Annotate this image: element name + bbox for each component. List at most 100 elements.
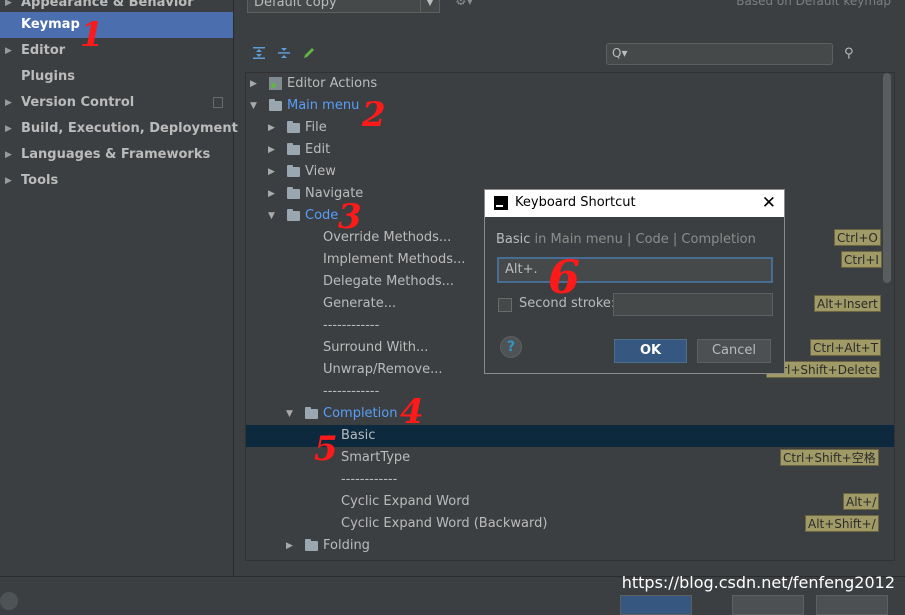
tree-scrollbar[interactable] [883,73,891,283]
folder-icon [287,121,300,133]
folder-icon [305,407,318,419]
expand-arrow-icon[interactable]: ▼ [268,205,275,227]
annotation-4: 4 [400,392,424,432]
settings-ok-button[interactable] [620,595,692,615]
expand-arrow-icon[interactable]: ▶ [268,139,275,161]
action-path: Basic in Main menu | Code | Completion [496,232,756,247]
close-icon[interactable]: ✕ [762,193,776,213]
shortcut-badge: Ctrl+O [834,229,881,246]
sidebar-item-build[interactable]: ▶ Build, Execution, Deployment [0,116,238,142]
expand-arrow-icon: ▶ [5,124,12,134]
sidebar-item-version-control[interactable]: ▶ Version Control [0,90,233,116]
tree-row-view[interactable]: ▶ View [246,161,894,183]
sidebar-item-label: Plugins [21,69,75,84]
tree-row-label: Cyclic Expand Word (Backward) [341,516,548,531]
tree-row-label: File [305,120,327,135]
gear-icon[interactable]: ⚙▾ [455,0,473,9]
tree-row-label: View [305,164,336,179]
ok-button[interactable]: OK [614,339,687,363]
tree-row-completion[interactable]: ▼ Completion [246,403,894,425]
annotation-2: 2 [362,95,386,135]
keymap-select-value: Default copy [254,0,337,10]
search-icon[interactable]: Q▾ [612,46,627,60]
expand-arrow-icon[interactable]: ▼ [286,403,293,425]
second-stroke-checkbox[interactable] [498,298,512,312]
tree-row-label: Surround With... [323,340,429,355]
tree-row-basic[interactable]: Basic [246,425,894,447]
dialog-title: Keyboard Shortcut [515,195,636,210]
editor-actions-icon [269,77,282,90]
tree-row-label: Code [305,208,339,223]
project-settings-icon [213,97,223,108]
tree-row-label: Implement Methods... [323,252,466,267]
tree-row-cyclic-expand-word[interactable]: Cyclic Expand Word Alt+/ [246,491,894,513]
tree-row-label: Delegate Methods... [323,274,454,289]
based-on-label: Based on Default keymap [736,0,891,8]
settings-cancel-button[interactable] [732,595,804,615]
expand-arrow-icon[interactable]: ▶ [268,183,275,205]
first-stroke-field[interactable]: Alt+. [497,257,773,283]
tree-row-editor-actions[interactable]: ▶ Editor Actions [246,73,894,95]
folder-icon [269,99,282,111]
sidebar-item-keymap[interactable]: Keymap [0,12,233,38]
tree-row-smarttype[interactable]: SmartType Ctrl+Shift+空格 [246,447,894,469]
settings-sidebar: ▶ Appearance & Behavior Keymap ▶ Editor … [0,0,238,576]
folder-icon [305,539,318,551]
expand-arrow-icon[interactable]: ▶ [268,161,275,183]
edit-pencil-icon[interactable] [302,46,316,60]
chevron-down-icon[interactable]: ▼ [420,0,439,12]
tree-row-file[interactable]: ▶ File [246,117,894,139]
tree-row-folding[interactable]: ▶ Folding [246,535,894,557]
tree-row-cyclic-expand-word-backward[interactable]: Cyclic Expand Word (Backward) Alt+Shift+… [246,513,894,535]
sidebar-item-editor[interactable]: ▶ Editor [0,38,233,64]
find-by-shortcut-icon[interactable]: ⚲ [844,46,854,61]
expand-arrow-icon[interactable]: ▶ [286,535,293,557]
annotation-3: 3 [338,197,362,237]
expand-arrow-icon[interactable]: ▶ [268,117,275,139]
second-stroke-field[interactable] [613,293,773,316]
action-name: Basic [496,232,531,247]
tree-row-edit[interactable]: ▶ Edit [246,139,894,161]
shortcut-badge: Ctrl+Shift+空格 [780,449,879,466]
expand-arrow-icon[interactable]: ▶ [250,73,257,95]
sidebar-item-label: Version Control [21,95,135,110]
sidebar-item-label: Build, Execution, Deployment [21,121,238,136]
expand-arrow-icon: ▶ [5,98,12,108]
tree-row-label: Main menu [287,98,360,113]
help-icon[interactable] [0,592,18,610]
folder-icon [287,165,300,177]
sidebar-item-label: Keymap [21,17,80,32]
shortcut-badge: Ctrl+I [841,251,882,268]
expand-arrow-icon: ▶ [5,176,12,186]
dialog-titlebar: Keyboard Shortcut ✕ [485,190,784,217]
sidebar-item-label: Tools [21,173,59,188]
watermark: https://blog.csdn.net/fenfeng2012 [621,573,895,592]
help-icon[interactable]: ? [500,336,522,358]
sidebar-item-languages[interactable]: ▶ Languages & Frameworks [0,142,233,168]
tree-row-label: Folding [323,538,370,553]
cancel-button[interactable]: Cancel [697,339,771,363]
shortcut-badge: Ctrl+Alt+T [810,339,882,356]
keymap-select[interactable]: Default copy ▼ [247,0,440,13]
tree-row-separator: ------------ [246,469,894,491]
tree-row-main-menu[interactable]: ▼ Main menu [246,95,894,117]
keyboard-shortcut-dialog: Keyboard Shortcut ✕ Basic in Main menu |… [484,189,785,374]
tree-row-label: Cyclic Expand Word [341,494,470,509]
expand-arrow-icon: ▶ [5,46,12,56]
annotation-6: 6 [548,250,581,304]
collapse-all-icon[interactable] [277,46,291,60]
tree-row-label: ------------ [341,472,398,487]
folder-icon [287,143,300,155]
settings-apply-button[interactable] [816,595,888,615]
annotation-5: 5 [314,429,338,469]
shortcut-badge: Alt+Insert [814,295,881,312]
search-input[interactable]: Q▾ [606,43,833,65]
folder-icon [287,187,300,199]
expand-arrow-icon[interactable]: ▼ [250,95,257,117]
annotation-1: 1 [80,15,104,55]
sidebar-item-plugins[interactable]: Plugins [0,64,233,90]
expand-all-icon[interactable] [252,46,266,60]
intellij-logo-icon [494,196,508,210]
sidebar-item-tools[interactable]: ▶ Tools [0,168,233,194]
tree-row-label: ------------ [323,318,380,333]
